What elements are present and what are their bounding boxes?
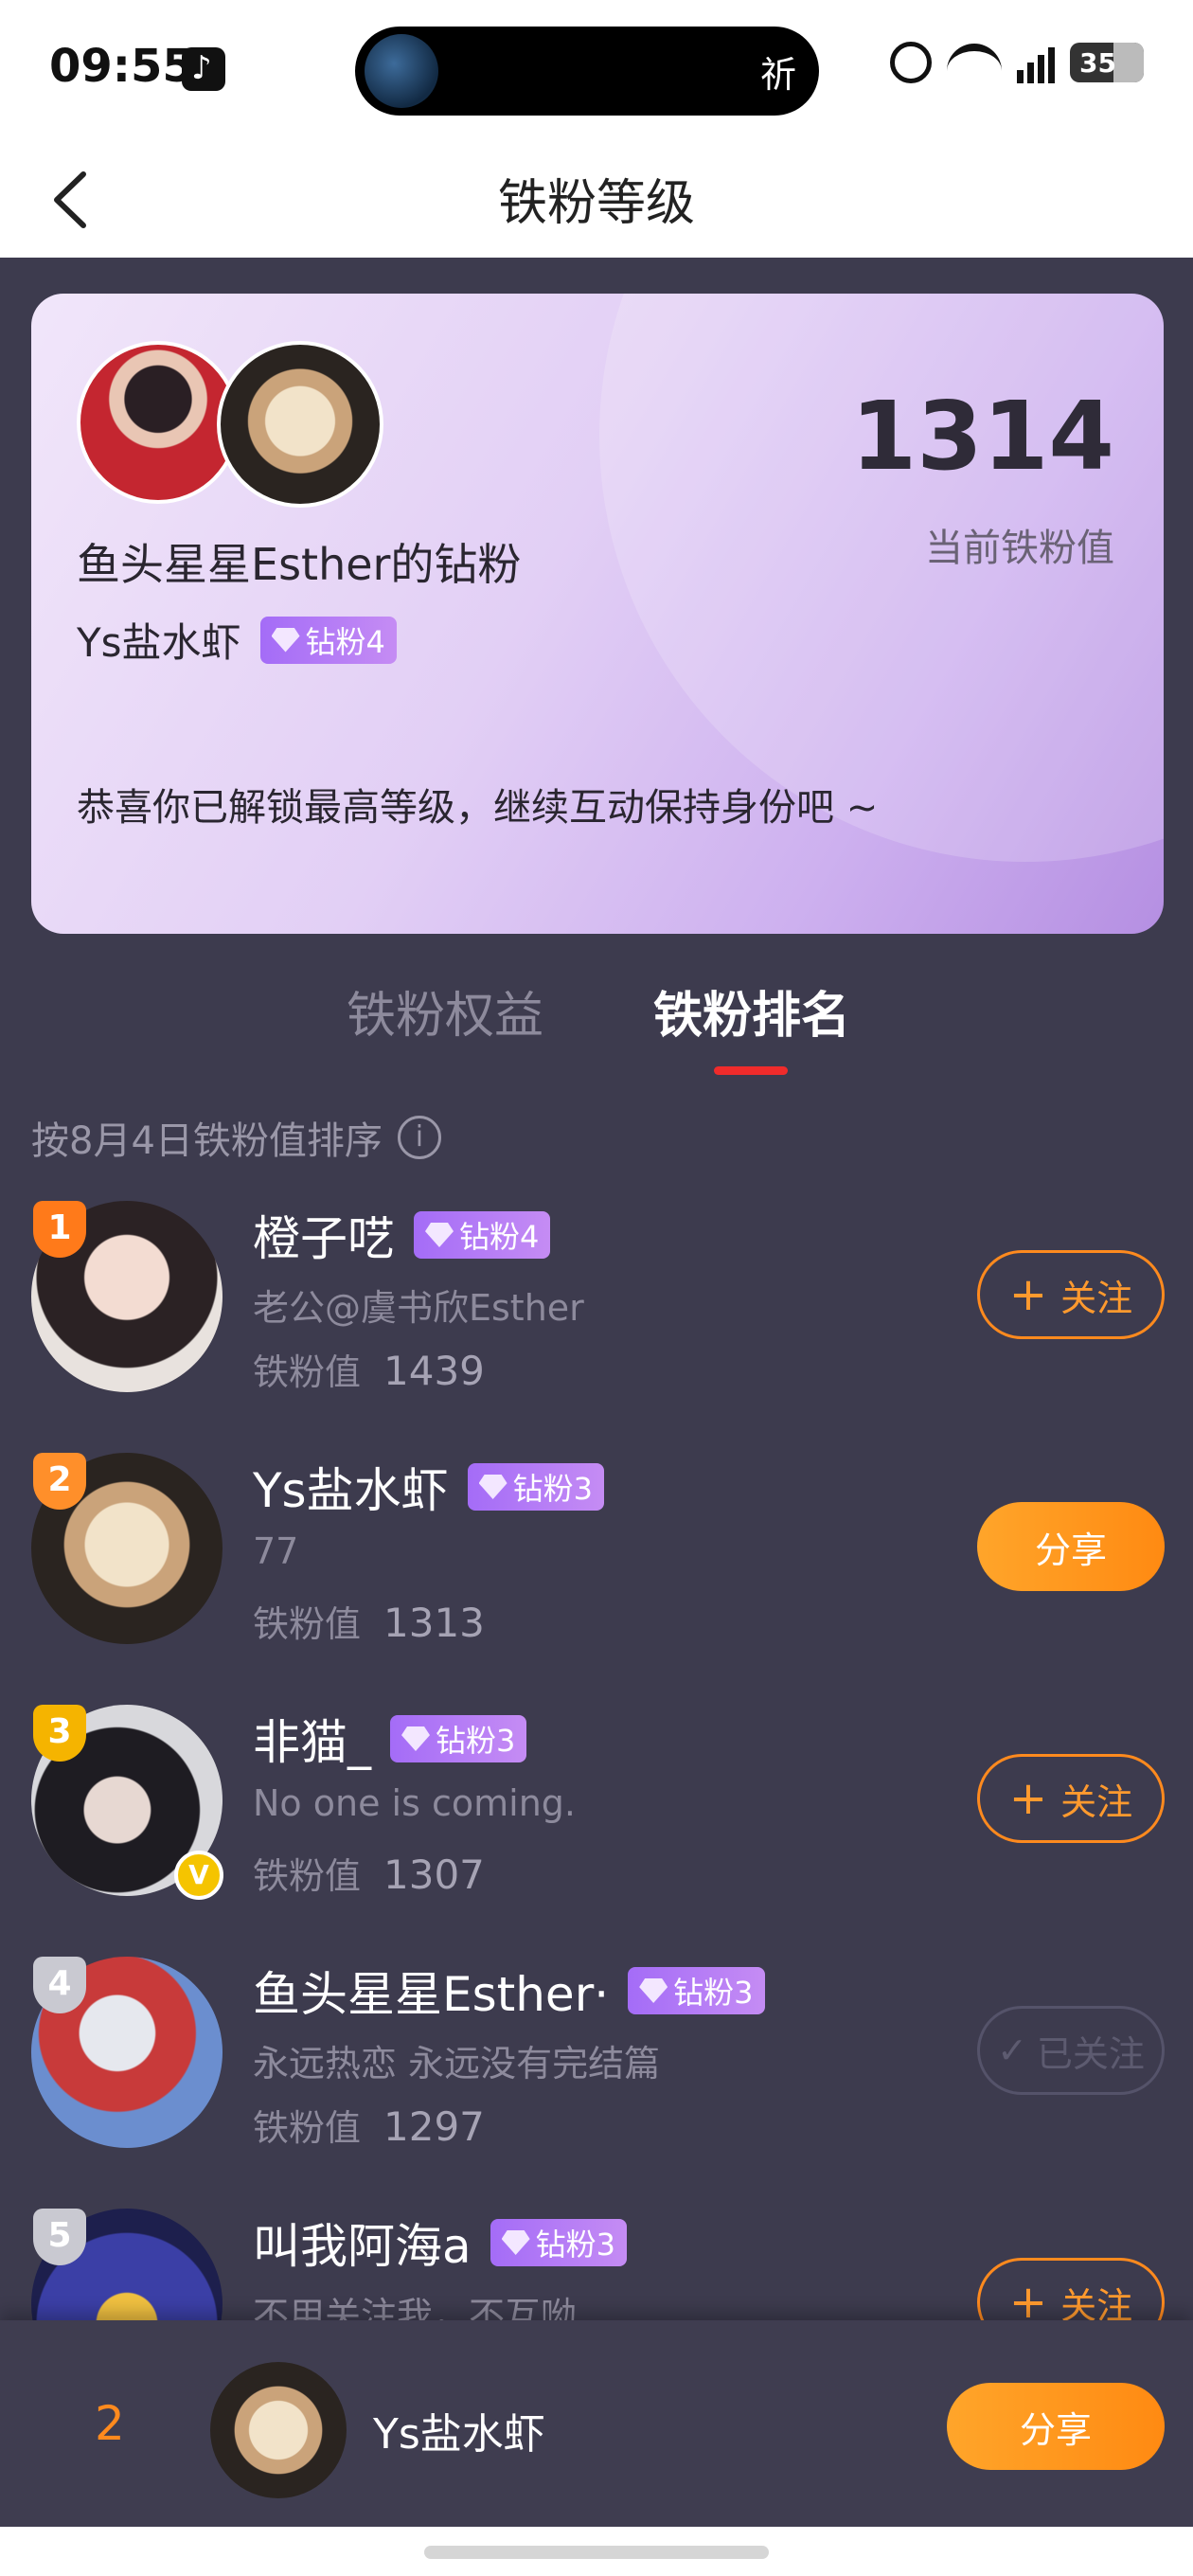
my-name: Ys盐水虾: [373, 2410, 545, 2459]
fan-value: 铁粉值 1439: [253, 1348, 485, 1394]
user-signature: 77: [253, 1530, 299, 1572]
fan-value: 铁粉值 1313: [253, 1600, 485, 1646]
user-signature: 老公@虞书欣Esther: [253, 1287, 584, 1329]
user-name[interactable]: 鱼头星星Esther·: [253, 1957, 609, 2025]
fan-value: 1314: [850, 381, 1114, 492]
fan-badge: 钻粉3: [467, 1463, 604, 1511]
status-icons: 35: [890, 42, 1144, 83]
list-item[interactable]: 3 V 非猫_ 钻粉3 No one is coming. 铁粉值 1307 + 关…: [0, 1688, 1193, 1940]
my-rank-number: 2: [95, 2396, 125, 2451]
active-tab-indicator: [714, 1066, 788, 1075]
fan-nickname: Ys盐水虾: [77, 619, 241, 666]
user-name[interactable]: 叫我阿海a: [253, 2209, 472, 2277]
alarm-icon: [890, 42, 932, 83]
status-time: 09:55: [49, 40, 194, 93]
check-icon: ✓: [997, 2030, 1027, 2071]
fan-badge: 钻粉3: [628, 1967, 765, 2014]
user-signature: 永远热恋 永远没有完结篇: [253, 2043, 661, 2084]
verified-icon: V: [174, 1851, 223, 1900]
user-avatar[interactable]: [217, 341, 383, 508]
rank-badge: 5: [33, 2209, 86, 2265]
fan-badge: 钻粉4: [259, 616, 397, 664]
rank-badge: 2: [33, 1453, 86, 1510]
diamond-icon: [271, 627, 300, 653]
my-rank-bar: 2 Ys盐水虾 分享: [0, 2320, 1193, 2527]
fan-value: 铁粉值 1307: [253, 1852, 485, 1898]
dynamic-island[interactable]: 祈: [355, 27, 819, 116]
diamond-icon: [501, 2230, 530, 2255]
home-indicator[interactable]: [424, 2546, 769, 2559]
plus-icon: +: [1008, 1772, 1048, 1825]
followed-button[interactable]: ✓ 已关注: [977, 2006, 1165, 2095]
rank-badge: 3: [33, 1705, 86, 1762]
sort-label: 按8月4日铁粉值排序: [31, 1119, 383, 1163]
nav-bar: 铁粉等级: [0, 142, 1193, 258]
fan-badge: 钻粉4: [414, 1211, 551, 1259]
home-area: [0, 2527, 1193, 2576]
tab-fan-benefits[interactable]: 铁粉权益: [347, 975, 543, 1046]
share-button[interactable]: 分享: [947, 2383, 1165, 2470]
diamond-icon: [478, 1475, 507, 1499]
user-name[interactable]: 非猫_: [253, 1705, 371, 1773]
info-icon[interactable]: i: [397, 1116, 441, 1159]
user-name[interactable]: 橙子呓: [253, 1201, 395, 1269]
plus-icon: +: [1008, 1268, 1048, 1321]
battery-icon: 35: [1070, 43, 1144, 82]
follow-button[interactable]: + 关注: [977, 1754, 1165, 1843]
ranking-list[interactable]: 1 橙子呓 钻粉4 老公@虞书欣Esther 铁粉值 1439 + 关注 2 Ys盐…: [0, 1184, 1193, 2320]
status-bar: 09:55 祈 35: [0, 0, 1193, 142]
rank-badge: 4: [33, 1957, 86, 2013]
creator-avatar[interactable]: [77, 341, 240, 504]
fan-value-label: 当前铁粉值: [925, 527, 1114, 570]
follow-button[interactable]: + 关注: [977, 2258, 1165, 2320]
tab-fan-ranking[interactable]: 铁粉排名: [653, 975, 850, 1046]
fan-badge: 钻粉3: [390, 1715, 527, 1762]
list-item[interactable]: 4 鱼头星星Esther· 钻粉3 永远热恋 永远没有完结篇 铁粉值 1297 ✓…: [0, 1940, 1193, 2191]
avatar[interactable]: [210, 2362, 347, 2498]
share-button[interactable]: 分享: [977, 1502, 1165, 1591]
fan-badge: 钻粉3: [490, 2219, 628, 2266]
fan-level-card: 鱼头星星Esther的钻粉 Ys盐水虾 钻粉4 1314 当前铁粉值 恭喜你已解…: [31, 294, 1164, 934]
fan-nickname-row: Ys盐水虾 钻粉4: [77, 611, 397, 669]
signal-icon: [1017, 42, 1055, 83]
user-signature: No one is coming.: [253, 1782, 576, 1824]
list-item[interactable]: 1 橙子呓 钻粉4 老公@虞书欣Esther 铁粉值 1439 + 关注: [0, 1184, 1193, 1436]
diamond-icon: [425, 1223, 454, 1247]
user-name[interactable]: Ys盐水虾: [253, 1453, 449, 1521]
congrats-message: 恭喜你已解锁最高等级，继续互动保持身份吧 ~: [77, 786, 879, 830]
media-thumbnail: [365, 34, 438, 108]
fan-title: 鱼头星星Esther的钻粉: [77, 539, 522, 590]
list-item[interactable]: 2 Ys盐水虾 钻粉3 77 铁粉值 1313 分享: [0, 1436, 1193, 1688]
page-title: 铁粉等级: [497, 175, 695, 232]
diamond-icon: [639, 1978, 668, 2003]
rank-badge: 1: [33, 1201, 86, 1258]
plus-icon: +: [1008, 2276, 1048, 2320]
follow-button[interactable]: + 关注: [977, 1250, 1165, 1339]
user-signature: 不用关注我，不互呦: [253, 2295, 578, 2320]
fan-value: 铁粉值 1297: [253, 2103, 485, 2150]
diamond-icon: [401, 1726, 430, 1751]
island-text: 祈: [759, 54, 796, 96]
tiktok-icon: [182, 47, 225, 91]
sort-row: 按8月4日铁粉值排序 i: [31, 1110, 441, 1165]
wifi-icon: [947, 44, 1002, 81]
list-item[interactable]: 5 叫我阿海a 钻粉3 不用关注我，不互呦 + 关注: [0, 2191, 1193, 2320]
